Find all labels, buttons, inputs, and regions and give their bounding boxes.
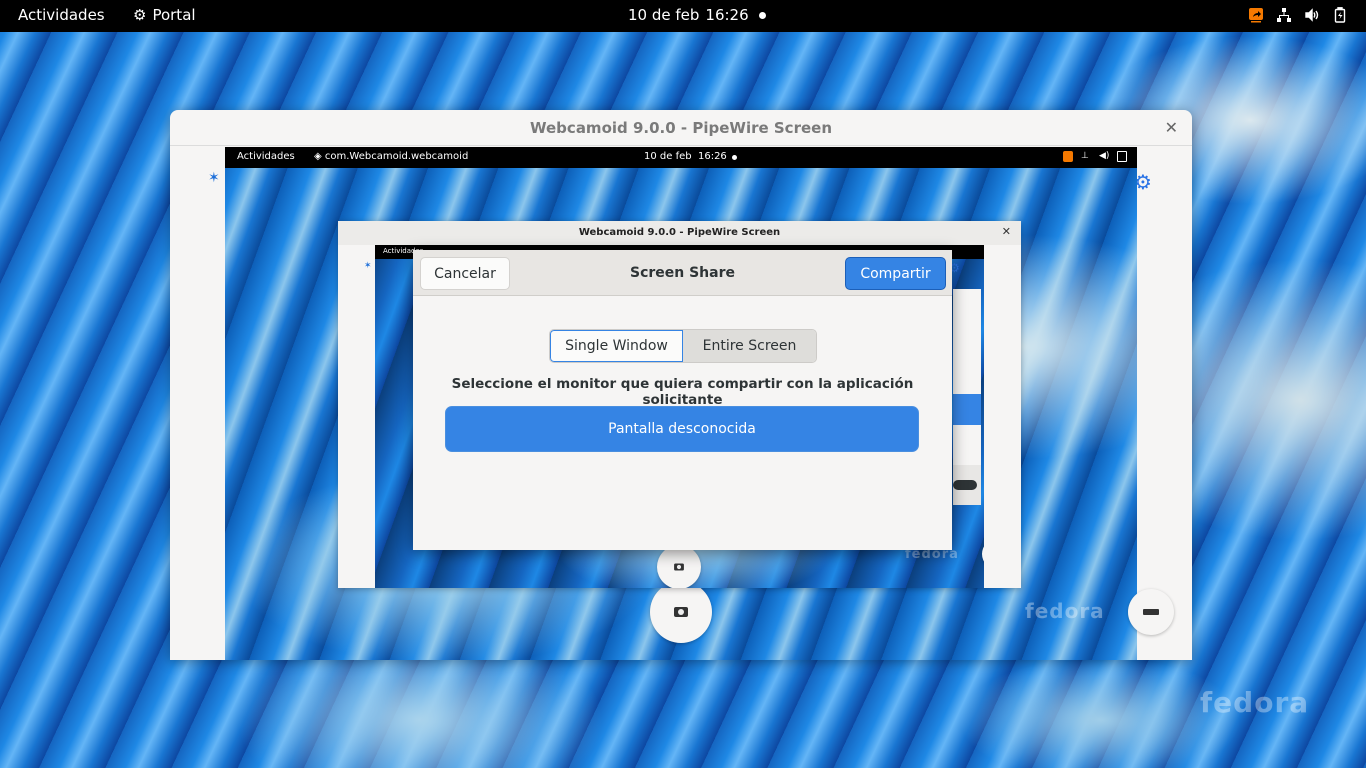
gear-icon: ⚙ <box>133 6 147 24</box>
preview-notification-dot-icon <box>732 155 737 160</box>
cancel-button[interactable]: Cancelar <box>420 257 510 290</box>
preview-screen-share-icon <box>1063 151 1073 162</box>
system-tray[interactable] <box>1248 7 1348 23</box>
desktop-fedora-watermark: fedora <box>1200 686 1310 719</box>
dialog-header: Screen Share Cancelar Compartir <box>413 250 952 296</box>
fedora-watermark: fedora <box>1025 599 1105 623</box>
tab-entire-screen[interactable]: Entire Screen <box>683 330 816 362</box>
preview-tray: ⊥ ◀) <box>1063 151 1127 162</box>
network-wired-icon[interactable] <box>1276 7 1292 23</box>
nested-close-icon: ✕ <box>1001 225 1011 238</box>
screen-share-indicator-icon[interactable] <box>1248 7 1264 23</box>
app-menu-label: Portal <box>152 6 196 24</box>
camera-icon <box>674 607 688 617</box>
preview-app-name: ◈ com.Webcamoid.webcamoid <box>314 151 469 162</box>
nested-toggle-switch <box>953 480 977 490</box>
nested-side-panel <box>953 289 981 505</box>
battery-charging-icon[interactable] <box>1332 7 1348 23</box>
record-video-button[interactable] <box>1128 589 1174 635</box>
preview-time: 16:26 <box>697 151 727 162</box>
preview-battery-icon <box>1117 151 1127 162</box>
nested-photo-button <box>657 545 701 588</box>
activities-button[interactable]: Actividades <box>18 6 105 24</box>
nested-window-title: Webcamoid 9.0.0 - PipeWire Screen <box>338 221 1021 245</box>
preview-top-bar: Actividades ◈ com.Webcamoid.webcamoid 10… <box>225 147 1137 168</box>
preview-activities: Actividades <box>237 151 295 162</box>
preview-date: 10 de feb <box>644 151 692 162</box>
monitor-list-item[interactable]: Pantalla desconocida <box>445 406 919 452</box>
share-mode-switcher: Single Window Entire Screen <box>549 329 817 363</box>
share-button[interactable]: Compartir <box>845 257 946 290</box>
notification-dot-icon <box>759 12 766 19</box>
app-menu[interactable]: ⚙ Portal <box>133 6 196 24</box>
preview-app-name-label: com.Webcamoid.webcamoid <box>324 151 469 162</box>
effects-wand-icon[interactable]: ✶ <box>208 170 220 186</box>
preview-clock: 10 de feb 16:26 <box>644 151 727 162</box>
screen-share-dialog: Screen Share Cancelar Compartir Single W… <box>413 250 952 550</box>
nested-camera-icon <box>674 563 684 571</box>
take-photo-button[interactable] <box>650 581 712 643</box>
video-record-icon <box>1143 609 1159 615</box>
tab-single-window[interactable]: Single Window <box>550 330 683 362</box>
preview-volume-icon: ◀) <box>1099 151 1110 161</box>
monitor-select-prompt: Seleccione el monitor que quiera compart… <box>451 376 914 408</box>
nested-wand-icon: ✶ <box>364 261 372 271</box>
nested-selected-row <box>953 394 981 425</box>
nested-window-side: ⚙ <box>949 245 1021 588</box>
top-bar: Actividades ⚙ Portal 10 de feb 16:26 <box>0 0 1366 32</box>
clock[interactable]: 10 de feb 16:26 <box>628 6 749 24</box>
preview-network-icon: ⊥ <box>1081 151 1089 161</box>
close-icon[interactable]: ✕ <box>1165 118 1178 137</box>
clock-time: 16:26 <box>705 6 749 24</box>
window-title: Webcamoid 9.0.0 - PipeWire Screen <box>170 110 1192 146</box>
volume-icon[interactable] <box>1304 7 1320 23</box>
clock-date: 10 de feb <box>628 6 700 24</box>
